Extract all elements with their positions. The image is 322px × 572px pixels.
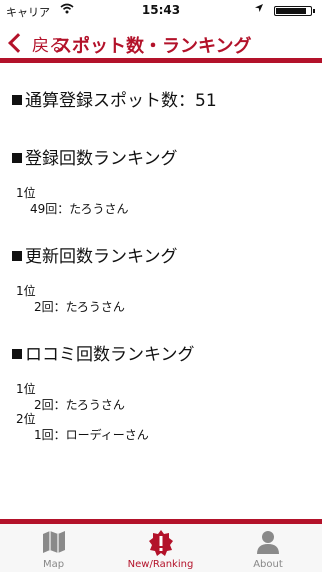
- tab-new-ranking[interactable]: New/Ranking: [107, 524, 214, 572]
- rank-label: 2位: [16, 412, 36, 426]
- tab-about[interactable]: About: [214, 524, 322, 572]
- rank-detail: 49回：たろうさん: [30, 202, 129, 216]
- rank-detail: 2回：たろうさん: [34, 300, 125, 314]
- section-review-ranking: ロコミ回数ランキング 1位 2回：たろうさん 2位 1回：ローディーさん: [12, 340, 312, 442]
- chevron-left-icon: [8, 33, 28, 53]
- battery-icon: [274, 6, 315, 16]
- alert-badge-icon: [147, 529, 175, 561]
- section-title: 登録回数ランキング: [12, 144, 312, 169]
- navigation-bar: 戻る スポット数・ランキング: [0, 26, 322, 60]
- tab-label: About: [253, 559, 283, 570]
- rank-label: 1位: [16, 186, 36, 200]
- total-spots-label: 通算登録スポット数：: [25, 91, 195, 111]
- status-bar: キャリア 15:43: [0, 0, 322, 20]
- total-spots-line: 通算登録スポット数：51: [12, 86, 217, 111]
- location-arrow-icon: [254, 3, 264, 16]
- bullet-square: [12, 349, 22, 359]
- tab-label: New/Ranking: [127, 559, 194, 570]
- section-title: 更新回数ランキング: [12, 242, 312, 267]
- tab-bar: Map New/Ranking About: [0, 524, 322, 572]
- nav-divider: [0, 58, 322, 63]
- section-update-ranking: 更新回数ランキング 1位 2回：たろうさん: [12, 242, 312, 314]
- bullet-square: [12, 251, 22, 261]
- rank-detail: 1回：ローディーさん: [34, 428, 149, 442]
- rank-label: 1位: [16, 284, 36, 298]
- total-spots-value: 51: [195, 91, 217, 111]
- map-icon: [41, 529, 67, 559]
- tab-label: Map: [42, 559, 65, 570]
- rank-label: 1位: [16, 382, 36, 396]
- bullet-square: [12, 153, 22, 163]
- section-register-ranking: 登録回数ランキング 1位 49回：たろうさん: [12, 144, 312, 216]
- section-title: ロコミ回数ランキング: [12, 340, 312, 365]
- bullet-square: [12, 95, 22, 105]
- tab-map[interactable]: Map: [0, 524, 107, 572]
- page-title: スポット数・ランキング: [54, 36, 252, 57]
- person-icon: [255, 529, 281, 559]
- rank-detail: 2回：たろうさん: [34, 398, 125, 412]
